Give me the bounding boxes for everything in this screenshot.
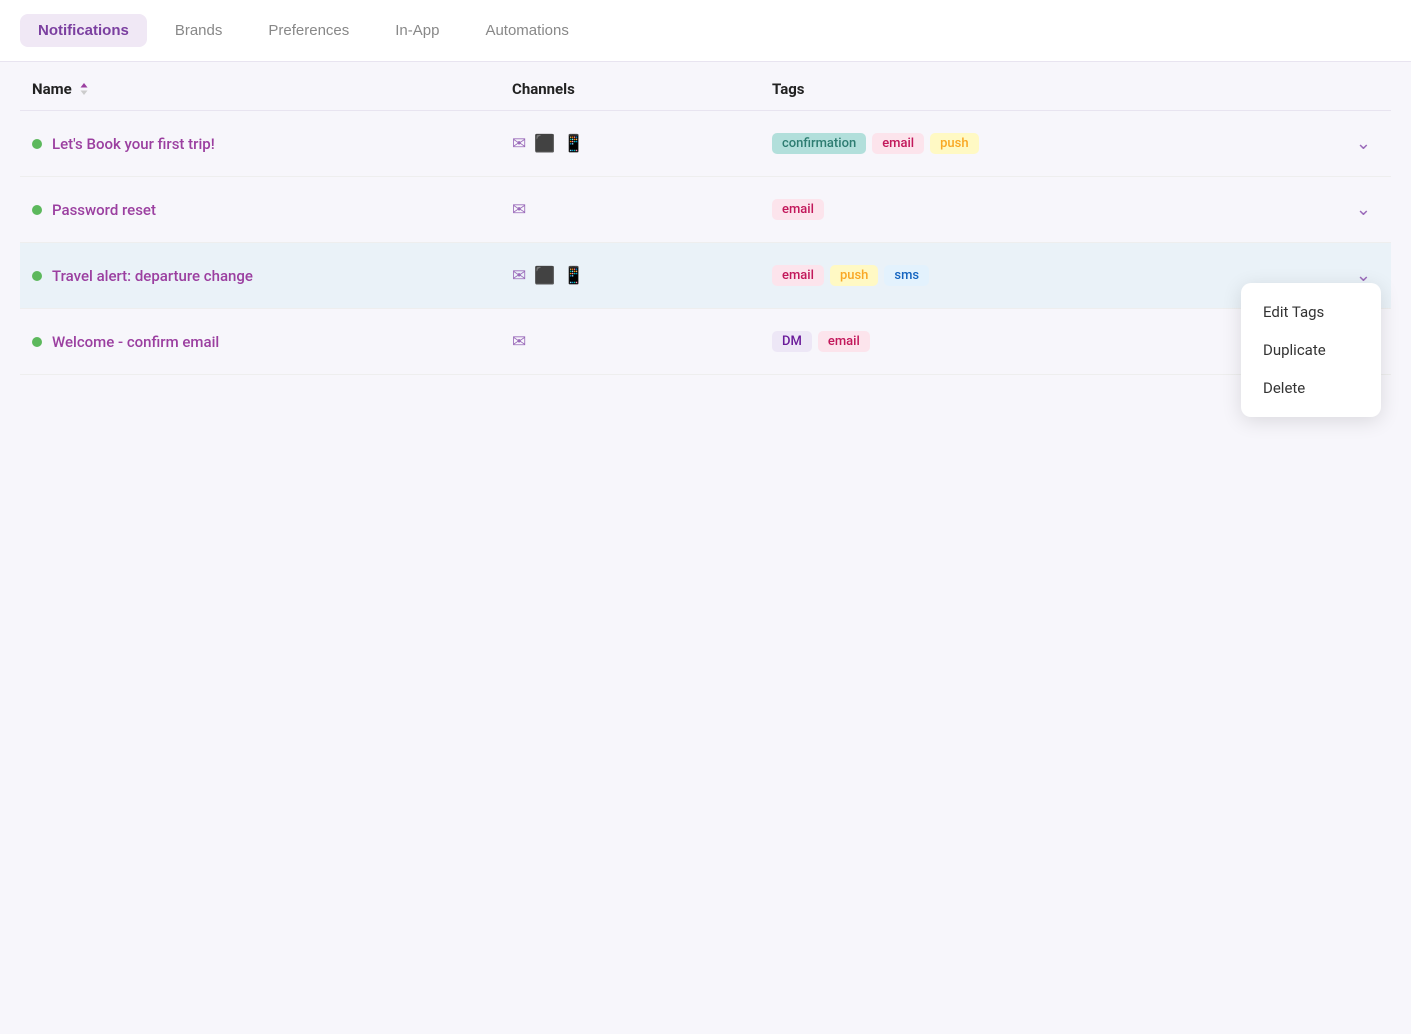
- row1-tags: confirmation email push: [772, 133, 1348, 154]
- notifications-table: Name Channels Tags Let's Book your first…: [0, 62, 1411, 375]
- tab-automations[interactable]: Automations: [467, 14, 586, 47]
- tag-push[interactable]: push: [830, 265, 878, 286]
- email-icon: ✉: [512, 200, 526, 220]
- row1-chevron-button[interactable]: ⌄: [1348, 129, 1379, 158]
- row-wrapper-1: Let's Book your first trip! ✉ ⬛ 📱 confir…: [20, 111, 1391, 177]
- email-icon: ✉: [512, 332, 526, 352]
- tab-in-app[interactable]: In-App: [377, 14, 457, 47]
- tag-push[interactable]: push: [930, 133, 978, 154]
- row3-status-dot: [32, 271, 42, 281]
- row4-name-text[interactable]: Welcome - confirm email: [52, 333, 219, 351]
- row2-status-dot: [32, 205, 42, 215]
- dropdown-edit-tags[interactable]: Edit Tags: [1241, 293, 1381, 331]
- row1-name-text[interactable]: Let's Book your first trip!: [52, 135, 215, 153]
- row1-status-dot: [32, 139, 42, 149]
- table-row: Welcome - confirm email ✉ DM email ⌄: [20, 309, 1391, 375]
- dropdown-delete[interactable]: Delete: [1241, 369, 1381, 407]
- row3-channels: ✉ ⬛ 📱: [512, 266, 772, 286]
- tag-email[interactable]: email: [772, 199, 824, 220]
- desktop-icon: ⬛: [534, 266, 555, 286]
- tag-email[interactable]: email: [872, 133, 924, 154]
- row4-name-col: Welcome - confirm email: [32, 333, 512, 351]
- row1-name-col: Let's Book your first trip!: [32, 135, 512, 153]
- row3-name-text[interactable]: Travel alert: departure change: [52, 267, 253, 285]
- context-menu: Edit Tags Duplicate Delete: [1241, 283, 1381, 417]
- row1-channels: ✉ ⬛ 📱: [512, 134, 772, 154]
- row3-name-col: Travel alert: departure change: [32, 267, 512, 285]
- email-icon: ✉: [512, 134, 526, 154]
- tab-notifications[interactable]: Notifications: [20, 14, 147, 47]
- row2-tags: email: [772, 199, 1348, 220]
- email-icon: ✉: [512, 266, 526, 286]
- row2-chevron-button[interactable]: ⌄: [1348, 195, 1379, 224]
- dropdown-duplicate[interactable]: Duplicate: [1241, 331, 1381, 369]
- sort-icon: [77, 82, 91, 96]
- tab-preferences[interactable]: Preferences: [250, 14, 367, 47]
- mobile-icon: 📱: [563, 266, 584, 286]
- row4-status-dot: [32, 337, 42, 347]
- table-header: Name Channels Tags: [20, 62, 1391, 111]
- desktop-icon: ⬛: [534, 134, 555, 154]
- col-header-name-label: Name: [32, 80, 72, 98]
- mobile-icon: 📱: [563, 134, 584, 154]
- tag-dm[interactable]: DM: [772, 331, 812, 352]
- row2-channels: ✉: [512, 200, 772, 220]
- top-nav: Notifications Brands Preferences In-App …: [0, 0, 1411, 62]
- row-wrapper-4: Welcome - confirm email ✉ DM email ⌄: [20, 309, 1391, 375]
- table-row: Password reset ✉ email ⌄: [20, 177, 1391, 243]
- row2-name-text[interactable]: Password reset: [52, 201, 156, 219]
- tag-confirmation[interactable]: confirmation: [772, 133, 866, 154]
- row-wrapper-2: Password reset ✉ email ⌄: [20, 177, 1391, 243]
- col-header-name[interactable]: Name: [32, 80, 512, 98]
- col-header-channels: Channels: [512, 80, 772, 98]
- row-wrapper-3: Travel alert: departure change ✉ ⬛ 📱 ema…: [20, 243, 1391, 309]
- row2-name-col: Password reset: [32, 201, 512, 219]
- tab-brands[interactable]: Brands: [157, 14, 241, 47]
- table-row: Let's Book your first trip! ✉ ⬛ 📱 confir…: [20, 111, 1391, 177]
- col-header-tags: Tags: [772, 80, 1379, 98]
- tag-email[interactable]: email: [818, 331, 870, 352]
- table-row: Travel alert: departure change ✉ ⬛ 📱 ema…: [20, 243, 1391, 309]
- tag-email[interactable]: email: [772, 265, 824, 286]
- row4-channels: ✉: [512, 332, 772, 352]
- tag-sms[interactable]: sms: [884, 265, 929, 286]
